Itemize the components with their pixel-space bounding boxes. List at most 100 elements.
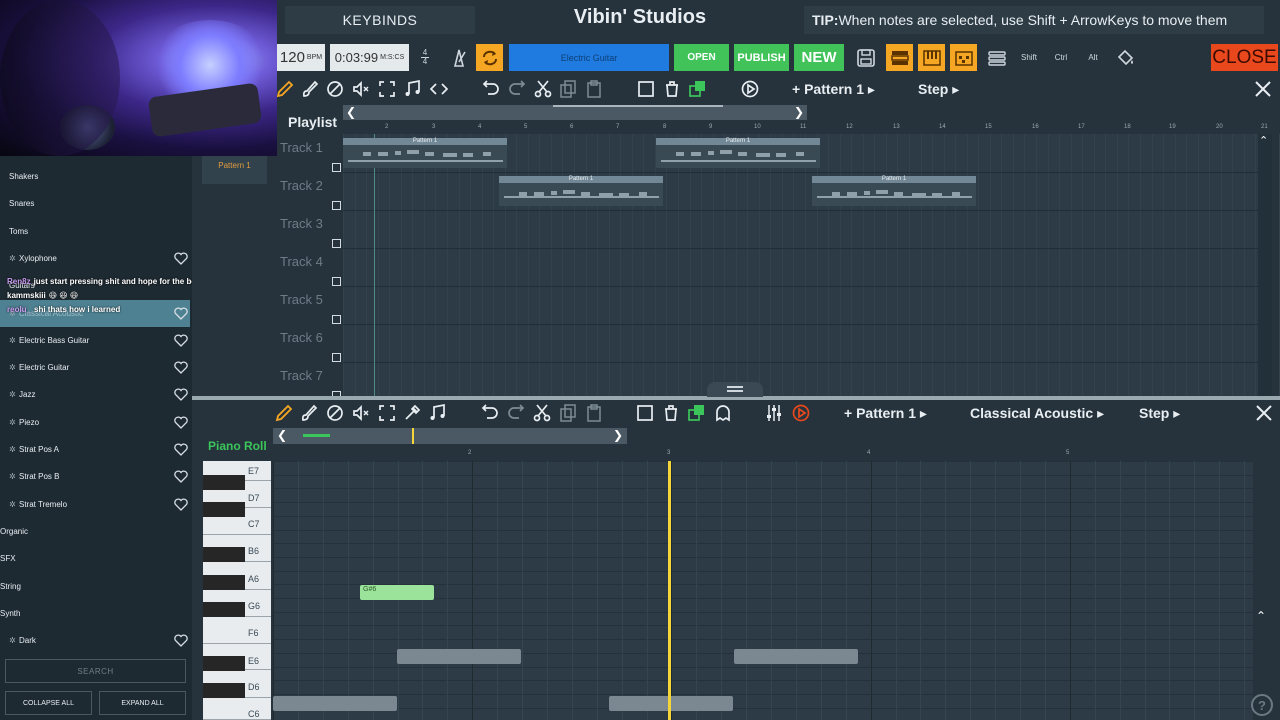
mixer-button[interactable]: [983, 44, 1010, 71]
pattern-list-item[interactable]: Pattern 1: [202, 156, 267, 184]
sidebar-item[interactable]: Toms: [0, 218, 190, 245]
playlist-clip[interactable]: Pattern 1: [343, 138, 507, 168]
select-all-button[interactable]: [635, 78, 657, 100]
piano-keyboard[interactable]: E7 D7 C7 B6 A6 G6 F6 E6 D6 C6: [192, 461, 273, 720]
scroll-right-icon[interactable]: ❯: [613, 428, 623, 442]
undo-button[interactable]: [480, 78, 502, 100]
notes-button[interactable]: [402, 78, 424, 100]
ctrl-key-button[interactable]: Ctrl: [1049, 44, 1073, 71]
redo-button[interactable]: [505, 402, 527, 424]
select-all-button[interactable]: [634, 402, 656, 424]
note-block[interactable]: [273, 696, 397, 711]
publish-button[interactable]: PUBLISH: [734, 44, 789, 71]
track-row[interactable]: Track 4: [277, 254, 343, 292]
note-block[interactable]: [734, 649, 858, 664]
close-piano-roll-button[interactable]: [1253, 402, 1275, 424]
playlist-horizontal-scrollbar[interactable]: ❮ ❯: [343, 105, 807, 120]
sidebar-item[interactable]: ✲ Strat Tremelo: [0, 491, 190, 518]
scroll-left-icon[interactable]: ❮: [346, 105, 356, 119]
piano-roll-step-button[interactable]: Step ▸: [1139, 405, 1180, 422]
scroll-thumb[interactable]: [303, 434, 330, 437]
sidebar-item[interactable]: SFX: [0, 545, 190, 572]
brush-button[interactable]: [298, 402, 320, 424]
track-checkbox[interactable]: [332, 315, 341, 324]
sidebar-item[interactable]: ✲ Jazz: [0, 381, 190, 408]
heart-icon[interactable]: [174, 416, 188, 429]
sidebar-item[interactable]: ✲ Electric Guitar: [0, 354, 190, 381]
copy-button[interactable]: [557, 78, 579, 100]
color-picker-button[interactable]: [401, 402, 423, 424]
expand-all-button[interactable]: EXPAND ALL: [99, 691, 186, 715]
sidebar-item[interactable]: Synth: [0, 600, 190, 627]
notes-button[interactable]: [427, 402, 449, 424]
ghost-notes-button[interactable]: [712, 402, 734, 424]
sidebar-item[interactable]: Organic: [0, 518, 190, 545]
cut-button[interactable]: [531, 402, 553, 424]
duplicate-button[interactable]: [687, 78, 709, 100]
step-sequencer-button[interactable]: [950, 44, 977, 71]
note-block[interactable]: [397, 649, 521, 664]
playlist-clip[interactable]: Pattern 1: [656, 138, 820, 168]
shift-key-button[interactable]: Shift: [1016, 44, 1042, 71]
piano-roll-pattern-selector[interactable]: + Pattern 1 ▸: [844, 405, 927, 422]
track-row[interactable]: Track 3: [277, 216, 343, 254]
open-button[interactable]: OPEN: [674, 44, 729, 71]
piano-key-black[interactable]: [203, 502, 245, 517]
undo-button[interactable]: [479, 402, 501, 424]
delete-button[interactable]: [324, 402, 346, 424]
piano-roll-horizontal-scrollbar[interactable]: ❮ ❯: [273, 428, 627, 444]
collapse-all-button[interactable]: COLLAPSE ALL: [5, 691, 92, 715]
note-block[interactable]: [609, 696, 733, 711]
playlist-view-button[interactable]: [886, 44, 913, 71]
keybinds-button[interactable]: KEYBINDS: [285, 6, 475, 34]
track-row[interactable]: Track 1: [277, 140, 343, 178]
play-pattern-button[interactable]: [739, 78, 761, 100]
scroll-right-icon[interactable]: ❯: [794, 105, 804, 119]
scroll-left-icon[interactable]: ❮: [277, 428, 287, 442]
heart-icon[interactable]: [174, 498, 188, 511]
heart-icon[interactable]: [174, 443, 188, 456]
heart-icon[interactable]: [174, 306, 188, 320]
sidebar-item[interactable]: ✲ Electric Bass Guitar: [0, 327, 190, 354]
cut-button[interactable]: [532, 78, 554, 100]
paint-bucket-button[interactable]: [1113, 44, 1139, 71]
trash-button[interactable]: [660, 402, 682, 424]
piano-roll-instrument-selector[interactable]: Classical Acoustic ▸: [970, 405, 1104, 422]
sidebar-search-button[interactable]: SEARCH: [5, 659, 186, 683]
heart-icon[interactable]: [174, 361, 188, 375]
playlist-pattern-selector[interactable]: + Pattern 1 ▸: [792, 81, 875, 98]
scroll-up-icon[interactable]: ⌃: [1259, 134, 1268, 147]
scroll-up-icon[interactable]: ⌃: [1256, 609, 1266, 623]
sidebar-item[interactable]: String: [0, 573, 190, 600]
delete-button[interactable]: [324, 78, 346, 100]
trash-button[interactable]: [661, 78, 683, 100]
piano-key-white[interactable]: [203, 617, 271, 644]
paste-button[interactable]: [583, 402, 605, 424]
instrument-select[interactable]: Electric Guitar: [509, 44, 669, 71]
piano-key-white[interactable]: [203, 698, 271, 720]
copy-button[interactable]: [557, 402, 579, 424]
playlist-clip[interactable]: Pattern 1: [812, 176, 976, 206]
bpm-field[interactable]: 120 BPM: [277, 44, 325, 71]
track-row[interactable]: Track 2: [277, 178, 343, 216]
track-checkbox[interactable]: [332, 163, 341, 172]
track-checkbox[interactable]: [332, 201, 341, 210]
piano-view-button[interactable]: [918, 44, 945, 71]
mute-button[interactable]: [350, 402, 372, 424]
track-row[interactable]: Track 5: [277, 292, 343, 330]
alt-key-button[interactable]: Alt: [1081, 44, 1105, 71]
sidebar-item[interactable]: ✲ Strat Pos B: [0, 463, 190, 490]
playlist-clip[interactable]: Pattern 1: [499, 176, 663, 206]
save-button[interactable]: [853, 44, 878, 71]
pencil-button[interactable]: [273, 402, 295, 424]
track-checkbox[interactable]: [332, 277, 341, 286]
sidebar-item[interactable]: ✲ Dark: [0, 627, 190, 654]
piano-key-black[interactable]: [203, 475, 245, 490]
playlist-vertical-scrollbar[interactable]: ⌃: [1258, 134, 1272, 396]
track-checkbox[interactable]: [332, 353, 341, 362]
track-row[interactable]: Track 6: [277, 330, 343, 368]
sidebar-item[interactable]: ✲ Piezo: [0, 409, 190, 436]
heart-icon[interactable]: [174, 334, 188, 347]
new-button[interactable]: NEW: [794, 44, 844, 71]
redo-button[interactable]: [506, 78, 528, 100]
